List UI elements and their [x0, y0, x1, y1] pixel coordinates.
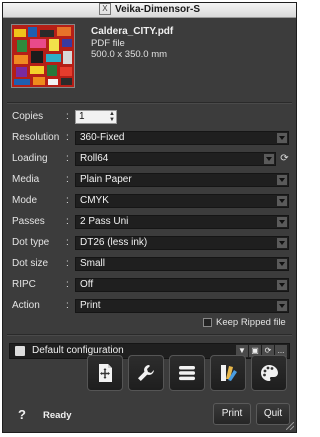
keep-ripped-checkbox[interactable] [203, 317, 212, 327]
setting-label: Resolution [12, 132, 60, 143]
setting-dot-type: Dot type : DT26 (less ink) [3, 236, 296, 251]
colon: : [66, 216, 69, 227]
dot-size-select[interactable]: Small [75, 257, 289, 271]
setting-dot-size: Dot size : Small [3, 257, 296, 272]
dropdown-arrow-icon[interactable] [277, 301, 287, 311]
colon: : [66, 258, 69, 269]
dropdown-arrow-icon[interactable] [277, 280, 287, 290]
copies-stepper[interactable]: 1 ▲ ▼ [75, 110, 117, 124]
file-name: Caldera_CITY.pdf [91, 26, 174, 37]
print-button[interactable]: Print [213, 403, 251, 425]
help-icon[interactable]: ? [18, 407, 26, 422]
media-select[interactable]: Plain Paper [75, 173, 289, 187]
mode-select[interactable]: CMYK [75, 194, 289, 208]
dropdown-arrow-icon[interactable] [277, 238, 287, 248]
select-value: 2 Pass Uni [80, 216, 129, 227]
colon: : [66, 300, 69, 311]
select-value: Off [80, 279, 94, 290]
colon: : [66, 174, 69, 185]
setting-copies: Copies : 1 ▲ ▼ [3, 110, 296, 125]
swatch-icon [221, 365, 237, 381]
app-window: X Veika-Dimensor-S Caldera_CITY.pdf PDF f… [2, 2, 297, 433]
setting-label: RIPC [12, 279, 36, 290]
dropdown-arrow-icon[interactable] [277, 133, 287, 143]
setting-label: Passes [12, 216, 45, 227]
divider [7, 102, 292, 104]
list-icon [179, 366, 195, 381]
title-bar[interactable]: X Veika-Dimensor-S [3, 3, 296, 18]
file-dimensions: 500.0 x 350.0 mm [91, 49, 168, 60]
action-select[interactable]: Print [75, 299, 289, 313]
select-value: 360-Fixed [80, 132, 125, 143]
colon: : [66, 279, 69, 290]
wrench-icon [138, 365, 154, 381]
file-info: Caldera_CITY.pdf PDF file 500.0 x 350.0 … [3, 18, 296, 102]
setting-label: Mode [12, 195, 38, 206]
setting-label: Media [12, 174, 40, 185]
setting-mode: Mode : CMYK [3, 194, 296, 209]
colon: : [66, 195, 69, 206]
x11-icon: X [98, 3, 111, 16]
select-value: Roll64 [80, 153, 109, 164]
quit-button[interactable]: Quit [256, 403, 290, 425]
keep-ripped-label: Keep Ripped file [216, 317, 286, 328]
setting-label: Copies [12, 111, 44, 122]
setting-resolution: Resolution : 360-Fixed [3, 131, 296, 146]
palette-button[interactable] [251, 355, 287, 391]
dropdown-arrow-icon[interactable] [277, 217, 287, 227]
stepper-down-icon[interactable]: ▼ [109, 117, 115, 123]
dropdown-arrow-icon[interactable] [277, 196, 287, 206]
setting-label: Action [12, 300, 40, 311]
queue-button[interactable] [169, 355, 205, 391]
colon: : [66, 153, 69, 164]
refresh-icon[interactable]: ⟳ [279, 153, 290, 164]
status-text: Ready [43, 410, 72, 421]
dropdown-arrow-icon[interactable] [264, 154, 274, 164]
dot-type-select[interactable]: DT26 (less ink) [75, 236, 289, 250]
colon: : [66, 237, 69, 248]
dropdown-arrow-icon[interactable] [277, 175, 287, 185]
loading-select[interactable]: Roll64 [75, 152, 276, 166]
setting-label: Dot type [12, 237, 50, 248]
select-value: Plain Paper [80, 174, 132, 185]
select-value: Small [80, 258, 106, 269]
setting-label: Loading [12, 153, 48, 164]
colon: : [66, 132, 69, 143]
setting-ripc: RIPC : Off [3, 278, 296, 293]
tools-button[interactable] [128, 355, 164, 391]
select-value: DT26 (less ink) [80, 237, 148, 248]
keep-ripped-option[interactable]: Keep Ripped file [203, 317, 286, 328]
layout-icon [99, 364, 112, 382]
passes-select[interactable]: 2 Pass Uni [75, 215, 289, 229]
copies-value: 1 [79, 111, 85, 122]
resize-grip-icon[interactable] [286, 422, 294, 430]
select-value: CMYK [80, 195, 109, 206]
setting-action: Action : Print [3, 299, 296, 314]
setting-media: Media : Plain Paper [3, 173, 296, 188]
file-type: PDF file [91, 38, 125, 49]
select-value: Print [80, 300, 101, 311]
file-thumbnail [11, 24, 75, 88]
resolution-select[interactable]: 360-Fixed [75, 131, 289, 145]
color-swatch-button[interactable] [210, 355, 246, 391]
save-disk-icon [15, 346, 25, 356]
setting-passes: Passes : 2 Pass Uni [3, 215, 296, 230]
ripc-select[interactable]: Off [75, 278, 289, 292]
palette-icon [261, 365, 278, 381]
divider [7, 334, 292, 336]
setting-loading: Loading : Roll64 ⟳ [3, 152, 296, 167]
window-title: Veika-Dimensor-S [114, 4, 201, 15]
colon: : [66, 111, 69, 122]
setting-label: Dot size [12, 258, 49, 269]
layout-tool-button[interactable] [87, 355, 123, 391]
dropdown-arrow-icon[interactable] [277, 259, 287, 269]
